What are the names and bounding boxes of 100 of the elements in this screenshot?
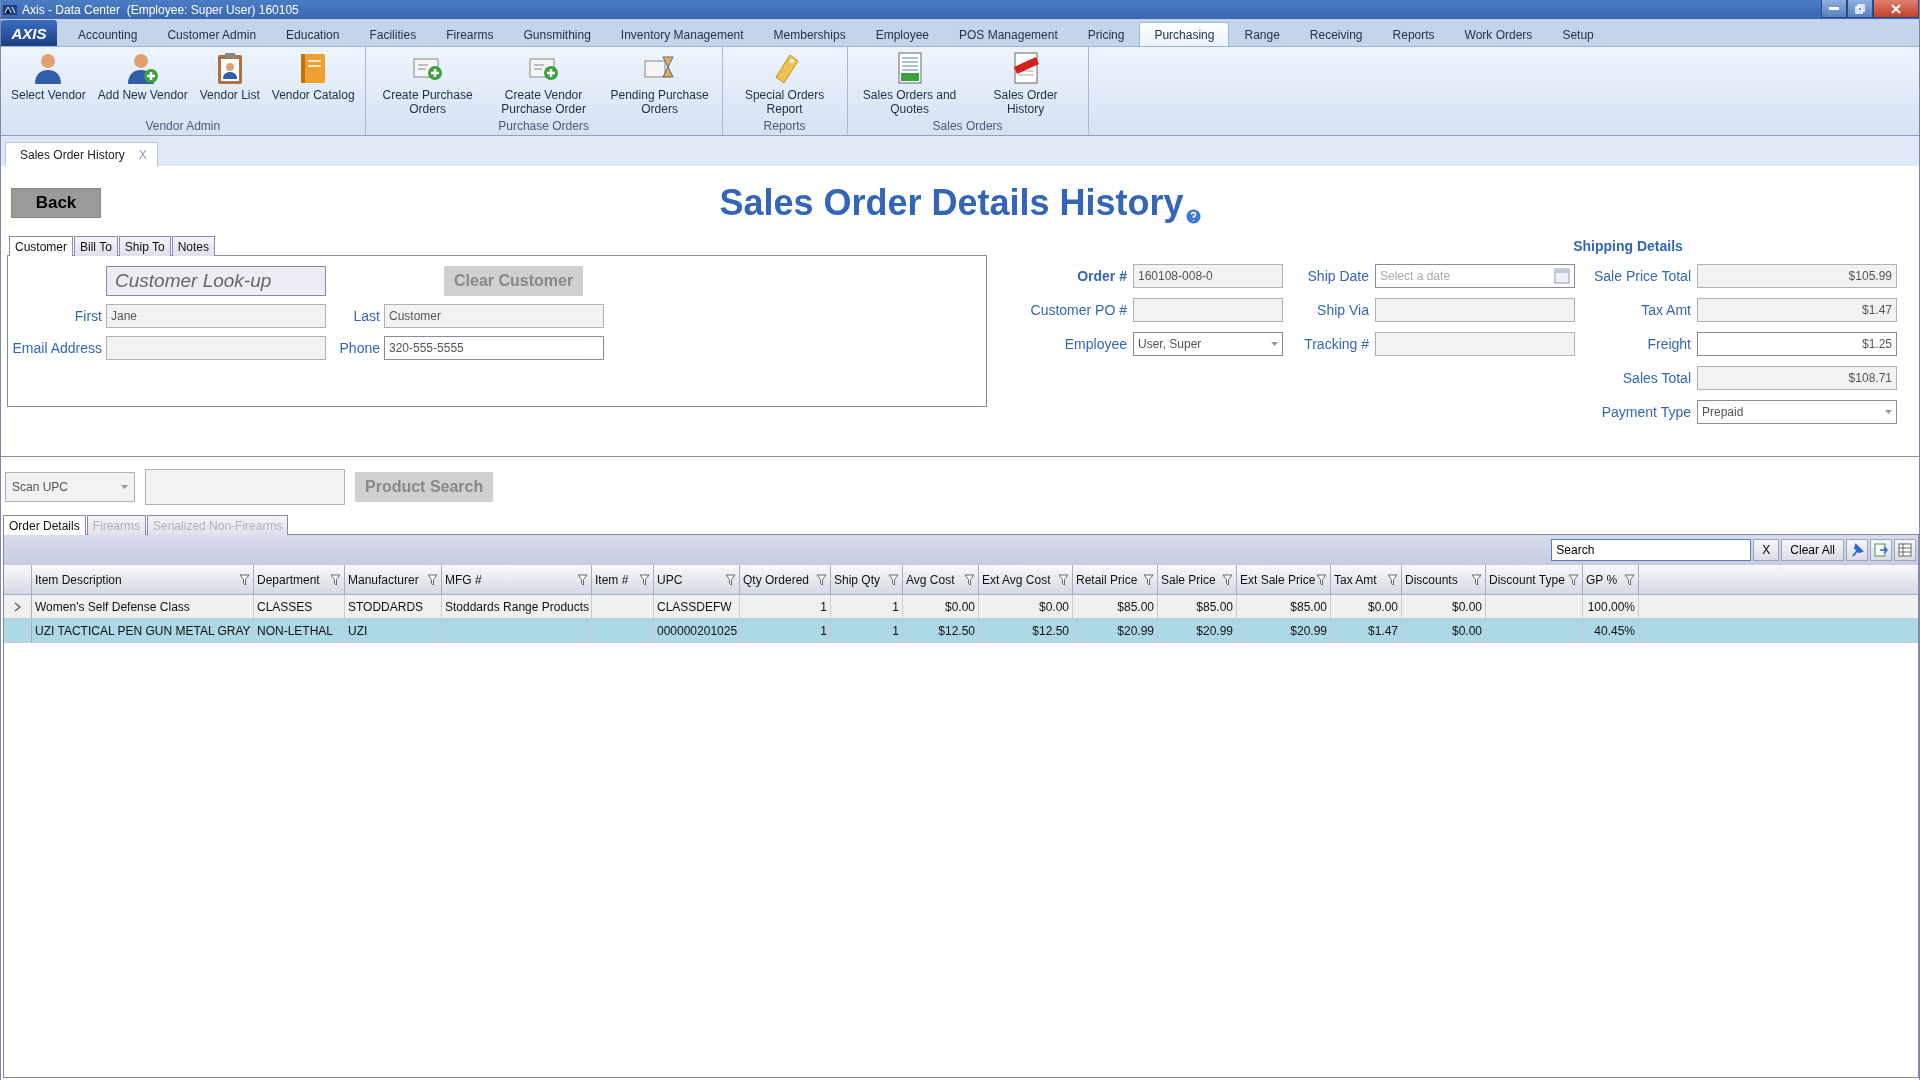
help-icon[interactable] [1185, 209, 1201, 224]
column-header[interactable]: Ext Avg Cost [979, 565, 1073, 594]
minimize-button[interactable] [1821, 0, 1847, 18]
dropdown-caret-icon[interactable] [121, 485, 128, 489]
search-field[interactable]: Search [1551, 539, 1752, 561]
column-header[interactable]: Retail Price [1073, 565, 1158, 594]
column-header[interactable]: Qty Ordered [740, 565, 831, 594]
menu-tab[interactable]: Employee [860, 22, 944, 46]
document-tab[interactable]: Sales Order History X [5, 142, 158, 166]
filter-icon[interactable] [1143, 573, 1154, 586]
field-label: Sales Total [1621, 370, 1691, 386]
menu-tab[interactable]: Receiving [1294, 22, 1378, 46]
menu-tab[interactable]: Memberships [758, 22, 861, 46]
column-header[interactable]: Discount Type [1486, 565, 1583, 594]
table-row[interactable]: UZI TACTICAL PEN GUN METAL GRAY NON-LETHAL UZI 000000201025 1 1 $12.50 $12.50 $20.99 $20.99 $20.99 $1.47 $0.00 40.45% [4, 619, 1918, 643]
ribbon-button[interactable]: Sales Orders and Quotes [851, 47, 968, 119]
filter-icon[interactable] [725, 573, 736, 586]
menu-tab[interactable]: Work Orders [1449, 22, 1548, 46]
ribbon-button[interactable]: Pending Purchase Orders [601, 47, 718, 119]
menu-tab[interactable]: Range [1229, 22, 1295, 46]
input-field[interactable]: 160108-008-0 [1133, 264, 1283, 288]
menu-tab[interactable]: POS Management [944, 22, 1073, 46]
column-header[interactable]: MFG # [442, 565, 592, 594]
filter-icon[interactable] [964, 573, 975, 586]
app-menu-button[interactable]: AXIS [1, 20, 57, 46]
dropdown-caret-icon[interactable] [1271, 342, 1278, 346]
clear-search-button[interactable]: X [1753, 539, 1780, 561]
menu-tab[interactable]: Setup [1547, 22, 1609, 46]
table-cell: $1.47 [1367, 623, 1398, 638]
dropdown-caret-icon[interactable] [1885, 410, 1892, 414]
menu-tab[interactable]: Customer Admin [152, 22, 272, 46]
column-header[interactable]: Avg Cost [903, 565, 979, 594]
customer-lookup-button[interactable]: Customer Look-up [106, 266, 326, 296]
input-field[interactable]: 320-555-5555 [384, 336, 604, 360]
ribbon-button[interactable]: Vendor Catalog [265, 47, 361, 119]
column-header[interactable]: Discounts [1402, 565, 1486, 594]
dropdown[interactable]: Prepaid [1697, 400, 1897, 424]
field-label: Employee [1063, 336, 1127, 352]
filter-icon[interactable] [239, 573, 250, 586]
table-row[interactable]: Women's Self Defense Class CLASSES STODDARDS Stoddards Range Products CLASSDEFW 1 1 $0.00 $0.00 $85.00 $85.00 $85.00 $0.00 $0.00 100.00% [4, 595, 1918, 619]
menu-tab[interactable]: Gunsmithing [508, 22, 606, 46]
column-header[interactable]: Department [254, 565, 345, 594]
input-field[interactable] [1133, 298, 1283, 322]
column-header[interactable]: Ext Sale Price [1237, 565, 1331, 594]
columns-button[interactable] [1894, 539, 1916, 561]
scan-input-field[interactable] [145, 469, 345, 505]
dropdown[interactable]: User, Super [1133, 332, 1283, 356]
filter-icon[interactable] [1058, 573, 1069, 586]
menu-tab[interactable]: Pricing [1072, 22, 1140, 46]
filter-icon[interactable] [1624, 573, 1635, 586]
filter-icon[interactable] [1568, 573, 1579, 586]
ribbon-button[interactable]: Create Vendor Purchase Order [485, 47, 602, 119]
input-field[interactable]: $1.25 [1697, 332, 1897, 356]
input-field[interactable] [1375, 332, 1575, 356]
menu-tab[interactable]: Purchasing [1139, 22, 1230, 46]
filter-icon[interactable] [427, 573, 438, 586]
ribbon-button[interactable]: Create Purchase Orders [369, 47, 486, 119]
export-button[interactable] [1870, 539, 1892, 561]
column-header[interactable]: Manufacturer [345, 565, 442, 594]
ribbon-button[interactable]: Vendor List [193, 47, 266, 119]
input-field[interactable] [1375, 298, 1575, 322]
scan-mode-dropdown[interactable]: Scan UPC [5, 472, 135, 502]
customer-tab[interactable]: Customer [9, 236, 73, 256]
column-header[interactable]: UPC [654, 565, 740, 594]
close-button[interactable] [1873, 0, 1919, 18]
ribbon-button[interactable]: Add New Vendor [91, 47, 194, 119]
menu-tab[interactable]: Education [271, 22, 355, 46]
filter-icon[interactable] [1387, 573, 1398, 586]
column-header[interactable]: Item # [592, 565, 654, 594]
menu-tab[interactable]: Inventory Management [605, 22, 759, 46]
document-tab-label[interactable]: Sales Order History [20, 147, 125, 162]
clear-all-button[interactable]: Clear All [1781, 539, 1844, 561]
menu-tab[interactable]: Accounting [63, 22, 153, 46]
field-label: First [73, 308, 102, 324]
column-header[interactable]: Tax Amt [1331, 565, 1402, 594]
filter-icon[interactable] [577, 573, 588, 586]
menu-tab[interactable]: Facilities [354, 22, 432, 46]
filter-icon[interactable] [816, 573, 827, 586]
filter-icon[interactable] [888, 573, 899, 586]
ribbon-button[interactable]: Select Vendor [5, 47, 92, 119]
column-header[interactable]: Ship Qty [831, 565, 903, 594]
back-button[interactable]: Back [11, 188, 101, 218]
customer-tab[interactable]: Ship To [118, 236, 171, 256]
filter-icon[interactable] [1316, 573, 1327, 586]
restore-button[interactable] [1847, 0, 1873, 18]
detail-tab[interactable]: Order Details [3, 515, 86, 535]
filter-icon[interactable] [330, 573, 341, 586]
filter-icon[interactable] [1471, 573, 1482, 586]
ribbon-button[interactable]: Sales Order History [967, 47, 1084, 119]
ribbon-button[interactable]: Special Orders Report [726, 47, 843, 119]
menu-tab[interactable]: Reports [1377, 22, 1450, 46]
column-header[interactable]: GP % [1583, 565, 1639, 594]
customer-tab[interactable]: Notes [171, 236, 215, 256]
filter-icon[interactable] [1222, 573, 1233, 586]
menu-tab[interactable]: Firearms [431, 22, 509, 46]
filter-icon[interactable] [639, 573, 650, 586]
column-header[interactable]: Sale Price [1158, 565, 1237, 594]
customer-tab[interactable]: Bill To [74, 236, 118, 256]
column-header[interactable]: Item Description [32, 565, 254, 594]
pin-button[interactable] [1846, 539, 1868, 561]
